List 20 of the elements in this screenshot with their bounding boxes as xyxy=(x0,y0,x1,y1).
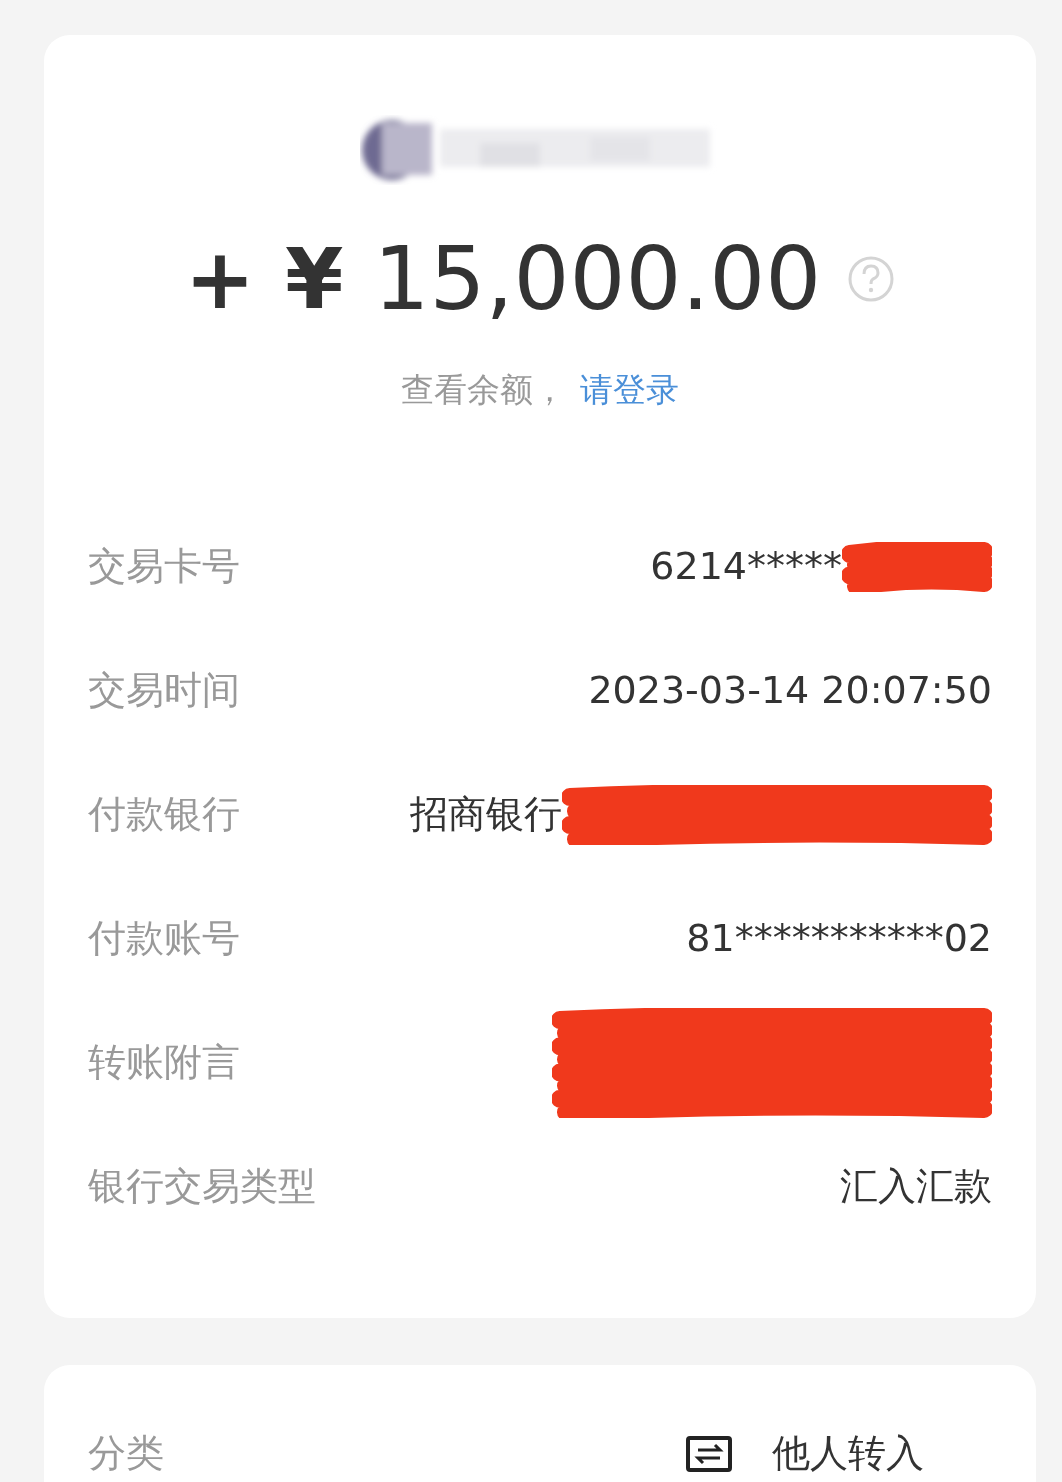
detail-label: 付款银行 xyxy=(88,791,240,838)
detail-label: 付款账号 xyxy=(88,915,240,962)
balance-hint: 查看余额， xyxy=(401,370,566,409)
amount-value: 15,000.00 xyxy=(373,235,822,323)
detail-label: 交易卡号 xyxy=(88,543,240,590)
detail-value: 6214***** xyxy=(650,543,842,590)
detail-value: 81***********02 xyxy=(686,915,992,962)
category-value: 他人转入 xyxy=(772,1431,924,1477)
detail-label: 分类 xyxy=(88,1431,164,1477)
detail-value: 2023-03-14 20:07:50 xyxy=(588,667,992,714)
detail-label: 交易时间 xyxy=(88,667,240,714)
login-link[interactable]: 请登录 xyxy=(580,370,679,409)
currency-symbol: ¥ xyxy=(285,237,344,321)
detail-label: 转账附言 xyxy=(88,1039,240,1086)
transfer-icon xyxy=(686,1435,732,1472)
amount-sign: + xyxy=(184,237,256,321)
help-icon[interactable] xyxy=(847,255,896,303)
detail-label: 银行交易类型 xyxy=(88,1163,316,1210)
detail-value: 招商银行 xyxy=(410,791,562,838)
detail-value: 汇入汇款 xyxy=(840,1163,992,1210)
